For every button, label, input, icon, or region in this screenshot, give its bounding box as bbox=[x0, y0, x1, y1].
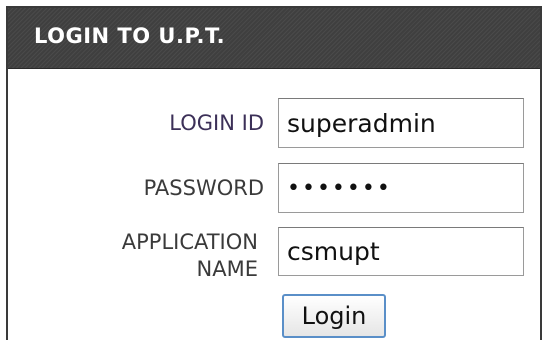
application-name-input[interactable] bbox=[278, 227, 524, 276]
login-id-label: LOGIN ID bbox=[169, 111, 264, 135]
application-name-label-line2: NAME bbox=[196, 257, 258, 281]
login-id-input[interactable] bbox=[278, 98, 524, 148]
application-name-label-line1: APPLICATION bbox=[121, 230, 258, 254]
password-label: PASSWORD bbox=[143, 176, 264, 200]
login-panel: LOGIN TO U.P.T. LOGIN ID PASSWORD APPLIC… bbox=[6, 6, 542, 340]
login-button[interactable]: Login bbox=[282, 294, 386, 338]
panel-header: LOGIN TO U.P.T. bbox=[8, 8, 540, 69]
panel-title: LOGIN TO U.P.T. bbox=[34, 24, 226, 48]
application-name-label: APPLICATION NAME bbox=[18, 229, 258, 283]
password-input[interactable] bbox=[278, 163, 524, 213]
